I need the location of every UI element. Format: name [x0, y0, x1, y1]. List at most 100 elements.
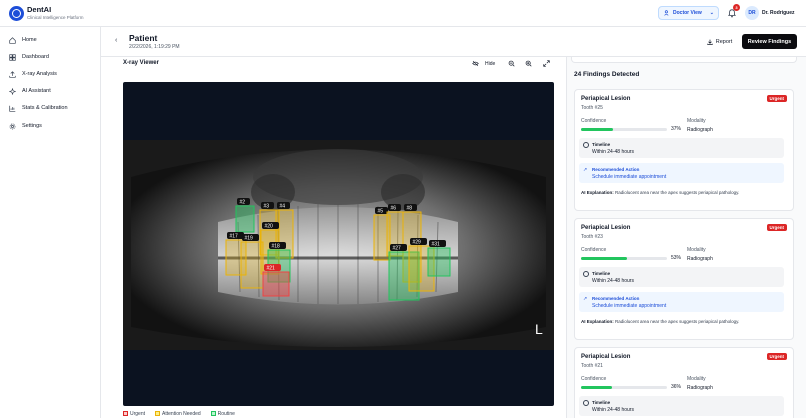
finding-bounding-box[interactable]: [427, 247, 451, 277]
review-findings-button[interactable]: Review Findings: [742, 34, 797, 49]
confidence-bar: [581, 128, 667, 131]
xray-viewer-panel: X-ray Viewer Hide L #2 #3 #4 #20 #17 #19…: [115, 57, 561, 418]
orientation-marker: L: [535, 321, 543, 337]
sidebar-item-dashboard[interactable]: Dashboard: [9, 52, 49, 62]
download-icon: [706, 39, 713, 45]
app-logo-icon[interactable]: [9, 6, 24, 21]
notification-count-badge: 3: [733, 4, 740, 11]
action-label: Recommended Action: [592, 167, 640, 172]
trend-up-icon: ↗: [583, 296, 588, 302]
finding-bounding-box[interactable]: [235, 205, 255, 233]
xray-viewer-title: X-ray Viewer: [123, 60, 159, 66]
confidence-value: 53%: [671, 255, 682, 261]
ai-explanation: AI Explanation: Radiolucent area near th…: [581, 319, 739, 324]
ai-explanation-label: AI Explanation:: [581, 319, 614, 324]
finding-tag-label: #5: [378, 209, 384, 215]
timeline-value: Within 24-48 hours: [592, 149, 634, 155]
finding-tag-label: #27: [393, 246, 402, 252]
finding-title: Periapical Lesion: [581, 354, 631, 360]
confidence-label: Confidence: [581, 118, 607, 124]
modality-label: Modality: [687, 376, 706, 382]
clock-icon: [583, 142, 589, 148]
xray-image-frame[interactable]: L #2 #3 #4 #20 #17 #19 #18 #21 #5 #6 #8 #27 #29 #31: [123, 82, 554, 406]
timeline-box: Timeline Within 24-48 hours: [579, 396, 784, 416]
eye-off-icon: [472, 60, 479, 67]
finding-bounding-box[interactable]: [240, 241, 264, 289]
report-button[interactable]: Report: [701, 35, 738, 49]
sidebar-item-home[interactable]: Home: [9, 35, 37, 45]
sidebar-item-settings[interactable]: Settings: [9, 121, 42, 131]
confidence-bar: [581, 257, 667, 260]
top-bar: DentAI Clinical Intelligence Platform Do…: [0, 0, 806, 27]
chevron-left-icon[interactable]: ‹: [115, 37, 117, 44]
finding-tag-label: #18: [272, 244, 281, 250]
hide-annotations-button[interactable]: Hide: [472, 58, 495, 69]
sidebar-item-label: Stats & Calibration: [22, 105, 68, 111]
home-icon: [9, 36, 16, 44]
user-name[interactable]: Dr. Rodriguez: [762, 10, 795, 16]
gear-icon: [9, 123, 16, 129]
finding-tag-label: #29: [413, 240, 422, 246]
zoom-in-icon[interactable]: [525, 58, 532, 69]
finding-title: Periapical Lesion: [581, 96, 631, 102]
urgent-badge: Urgent: [766, 353, 787, 360]
sidebar-item-label: Settings: [22, 123, 42, 129]
timeline-box: Timeline Within 24-48 hours: [579, 267, 784, 287]
findings-panel: 24 Findings Detected Periapical Lesion T…: [566, 57, 806, 418]
fullscreen-icon[interactable]: [543, 58, 550, 69]
page-title: Patient: [129, 33, 158, 43]
confidence-bar-fill: [581, 386, 612, 389]
avatar[interactable]: DR: [745, 6, 759, 20]
legend-item-attention: Attention Needed: [155, 411, 201, 417]
timeline-box: Timeline Within 24-48 hours: [579, 138, 784, 158]
page-header: ‹ Patient 2/22/2026, 1:19:29 PM Report R…: [101, 27, 806, 57]
app-name: DentAI: [27, 5, 52, 14]
bar-chart-icon: [9, 105, 16, 112]
panoramic-xray-image: L #2 #3 #4 #20 #17 #19 #18 #21 #5 #6 #8 #27 #29 #31: [123, 140, 554, 350]
modality-label: Modality: [687, 118, 706, 124]
confidence-value: 36%: [671, 384, 682, 390]
finding-bounding-box[interactable]: [262, 271, 290, 297]
trend-up-icon: ↗: [583, 167, 588, 173]
confidence-value: 37%: [671, 126, 682, 132]
sidebar-item-xray-analysis[interactable]: X-ray Analysis: [9, 69, 57, 79]
confidence-label: Confidence: [581, 376, 607, 382]
sidebar-item-label: Dashboard: [22, 54, 49, 60]
finding-tooth: Tooth #25: [581, 105, 603, 111]
recommended-action-box: ↗ Recommended Action Schedule immediate …: [579, 292, 784, 312]
timeline-label: Timeline: [592, 142, 611, 147]
confidence-bar: [581, 386, 667, 389]
sidebar-item-ai-assistant[interactable]: AI Assistant: [9, 86, 51, 96]
finding-card[interactable]: Periapical Lesion Tooth #25 Urgent Confi…: [574, 89, 794, 211]
legend-item-routine: Routine: [210, 411, 235, 417]
finding-tag-label: #2: [240, 200, 246, 206]
view-switcher-button[interactable]: Doctor View ⌄: [658, 6, 719, 20]
confidence-bar-fill: [581, 257, 627, 260]
urgent-badge: Urgent: [766, 224, 787, 231]
finding-tag-label: #31: [432, 242, 441, 248]
sidebar-item-stats-calibration[interactable]: Stats & Calibration: [9, 103, 68, 113]
action-value: Schedule immediate appointment: [592, 303, 667, 309]
ai-explanation-text: Radiolucent area near the apex suggests …: [615, 319, 740, 324]
report-button-label: Report: [715, 39, 733, 45]
app-root: DentAI Clinical Intelligence Platform Do…: [0, 0, 806, 418]
finding-card[interactable]: Periapical Lesion Tooth #23 Urgent Confi…: [574, 218, 794, 340]
clock-icon: [583, 400, 589, 406]
action-value: Schedule immediate appointment: [592, 174, 667, 180]
confidence-bar-fill: [581, 128, 613, 131]
timeline-label: Timeline: [592, 400, 611, 405]
finding-tooth: Tooth #23: [581, 234, 603, 240]
finding-tag-label: #3: [264, 204, 270, 210]
sparkle-icon: [9, 87, 16, 95]
clock-icon: [583, 271, 589, 277]
finding-tag-label: #8: [407, 206, 413, 212]
timeline-value: Within 24-48 hours: [592, 407, 634, 413]
legend-label: Attention Needed: [162, 411, 201, 417]
ai-explanation-label: AI Explanation:: [581, 190, 614, 195]
action-label: Recommended Action: [592, 296, 640, 301]
findings-count-title: 24 Findings Detected: [574, 71, 640, 78]
finding-card[interactable]: Periapical Lesion Tooth #21 Urgent Confi…: [574, 347, 794, 418]
modality-label: Modality: [687, 247, 706, 253]
sidebar-item-label: AI Assistant: [22, 88, 51, 94]
zoom-out-icon[interactable]: [508, 58, 515, 69]
